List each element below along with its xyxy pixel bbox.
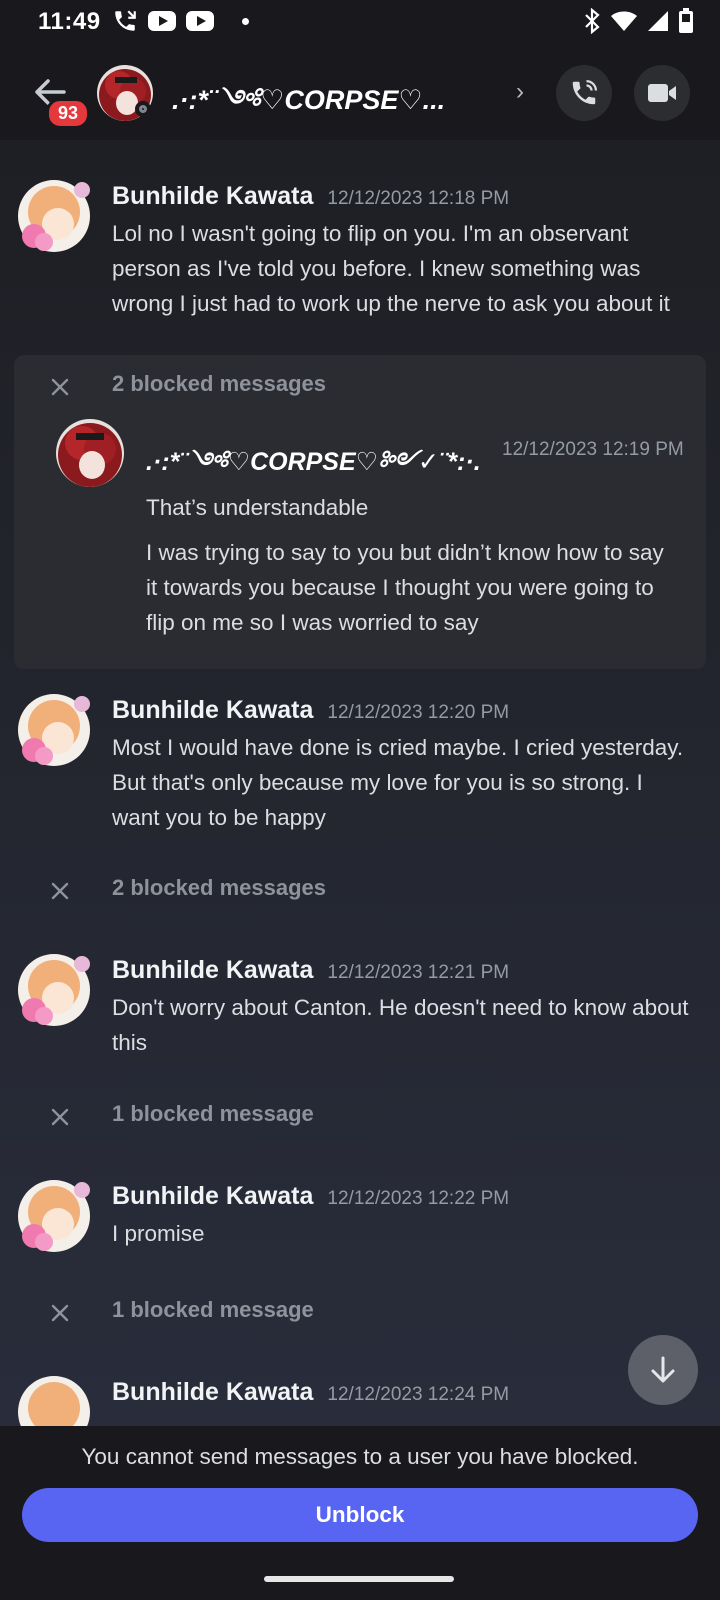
dot-icon xyxy=(242,17,249,25)
avatar[interactable] xyxy=(18,180,96,258)
message-author[interactable]: Bunhilde Kawata 12/12/2023 12:22 PM xyxy=(112,1182,509,1211)
avatar[interactable] xyxy=(18,1376,96,1426)
unblock-button[interactable]: Unblock xyxy=(22,1488,698,1542)
youtube-icon xyxy=(148,11,176,31)
unread-badge: 93 xyxy=(46,98,91,129)
status-bar: 11:49 xyxy=(0,0,720,48)
blocked-messages-toggle[interactable]: 2 blocked messages xyxy=(0,367,720,407)
arrow-down-icon xyxy=(651,1356,675,1383)
voice-call-icon xyxy=(572,80,597,105)
system-nav-bar xyxy=(0,1556,720,1600)
youtube-icon xyxy=(186,11,214,31)
blocked-messages-toggle[interactable]: 2 blocked messages xyxy=(0,871,720,911)
signal-icon xyxy=(646,9,670,33)
close-icon[interactable] xyxy=(48,375,72,399)
message-timestamp: 12/12/2023 12:24 PM xyxy=(327,1384,510,1405)
battery-icon xyxy=(678,8,694,34)
blocked-footer: You cannot send messages to a user you h… xyxy=(0,1426,720,1556)
avatar[interactable] xyxy=(18,1180,96,1258)
blocked-messages-toggle[interactable]: 1 blocked message xyxy=(0,1097,720,1137)
close-icon[interactable] xyxy=(48,1301,72,1325)
chat-header: 93 .·:*¨༺♡CORPSE♡... › xyxy=(0,48,720,140)
blocked-notice: You cannot send messages to a user you h… xyxy=(81,1444,639,1469)
phone-missed-icon xyxy=(112,8,138,34)
status-icons-left xyxy=(112,8,249,34)
close-icon[interactable] xyxy=(48,1105,72,1129)
blocked-messages-label: 2 blocked messages xyxy=(112,371,327,396)
blocked-messages-label: 1 blocked message xyxy=(112,1297,314,1322)
message-text: Lol no I wasn't going to flip on you. I'… xyxy=(112,221,670,316)
wifi-icon xyxy=(610,9,638,33)
bluetooth-icon xyxy=(582,8,602,34)
avatar[interactable] xyxy=(56,419,124,487)
avatar[interactable] xyxy=(18,954,96,1032)
message-timestamp: 12/12/2023 12:19 PM xyxy=(502,439,684,460)
message-list[interactable]: Bunhilde Kawata 12/12/2023 12:18 PM Lol n… xyxy=(0,140,720,1426)
message-timestamp: 12/12/2023 12:18 PM xyxy=(327,188,510,209)
channel-title[interactable]: .·:*¨༺♡CORPSE♡... xyxy=(172,70,492,146)
close-icon[interactable] xyxy=(48,879,72,903)
message-author[interactable]: Bunhilde Kawata 12/12/2023 12:24 PM xyxy=(112,1378,509,1407)
blocked-messages-label: 2 blocked messages xyxy=(112,875,327,900)
message-text: Most I would have done is cried maybe. I… xyxy=(112,735,684,830)
message-timestamp: 12/12/2023 12:21 PM xyxy=(327,962,510,983)
status-icons-right xyxy=(582,8,694,34)
message-timestamp: 12/12/2023 12:20 PM xyxy=(327,702,510,723)
message-text: That’s understandable xyxy=(146,495,369,520)
voice-call-button[interactable] xyxy=(556,65,612,121)
message-author[interactable]: Bunhilde Kawata 12/12/2023 12:21 PM xyxy=(112,956,509,985)
jump-to-latest-button[interactable] xyxy=(628,1335,698,1405)
message-text: Don't worry about Canton. He doesn't nee… xyxy=(112,995,689,1055)
home-gesture-bar[interactable] xyxy=(264,1576,454,1582)
avatar[interactable] xyxy=(18,694,96,772)
chevron-right-icon[interactable]: › xyxy=(516,78,524,106)
video-call-button[interactable] xyxy=(634,65,690,121)
status-indicator xyxy=(135,101,151,117)
message-timestamp: 12/12/2023 12:22 PM xyxy=(327,1188,510,1209)
message-author[interactable]: Bunhilde Kawata 12/12/2023 12:20 PM xyxy=(112,696,509,725)
video-call-icon xyxy=(648,84,676,102)
message-text: I was trying to say to you but didn’t kn… xyxy=(146,540,664,635)
blocked-messages-label: 1 blocked message xyxy=(112,1101,314,1126)
blocked-messages-toggle[interactable]: 1 blocked message xyxy=(0,1293,720,1333)
blocked-messages-expanded: 2 blocked messages .·:*¨༺♡CORPSE♡༻✓¨*:·.… xyxy=(14,355,706,669)
message-text: I promise xyxy=(112,1221,205,1246)
message-author[interactable]: Bunhilde Kawata 12/12/2023 12:18 PM xyxy=(112,182,509,211)
message-author[interactable]: .·:*¨༺♡CORPSE♡༻✓¨*:·. xyxy=(146,433,481,504)
status-time: 11:49 xyxy=(38,8,101,35)
